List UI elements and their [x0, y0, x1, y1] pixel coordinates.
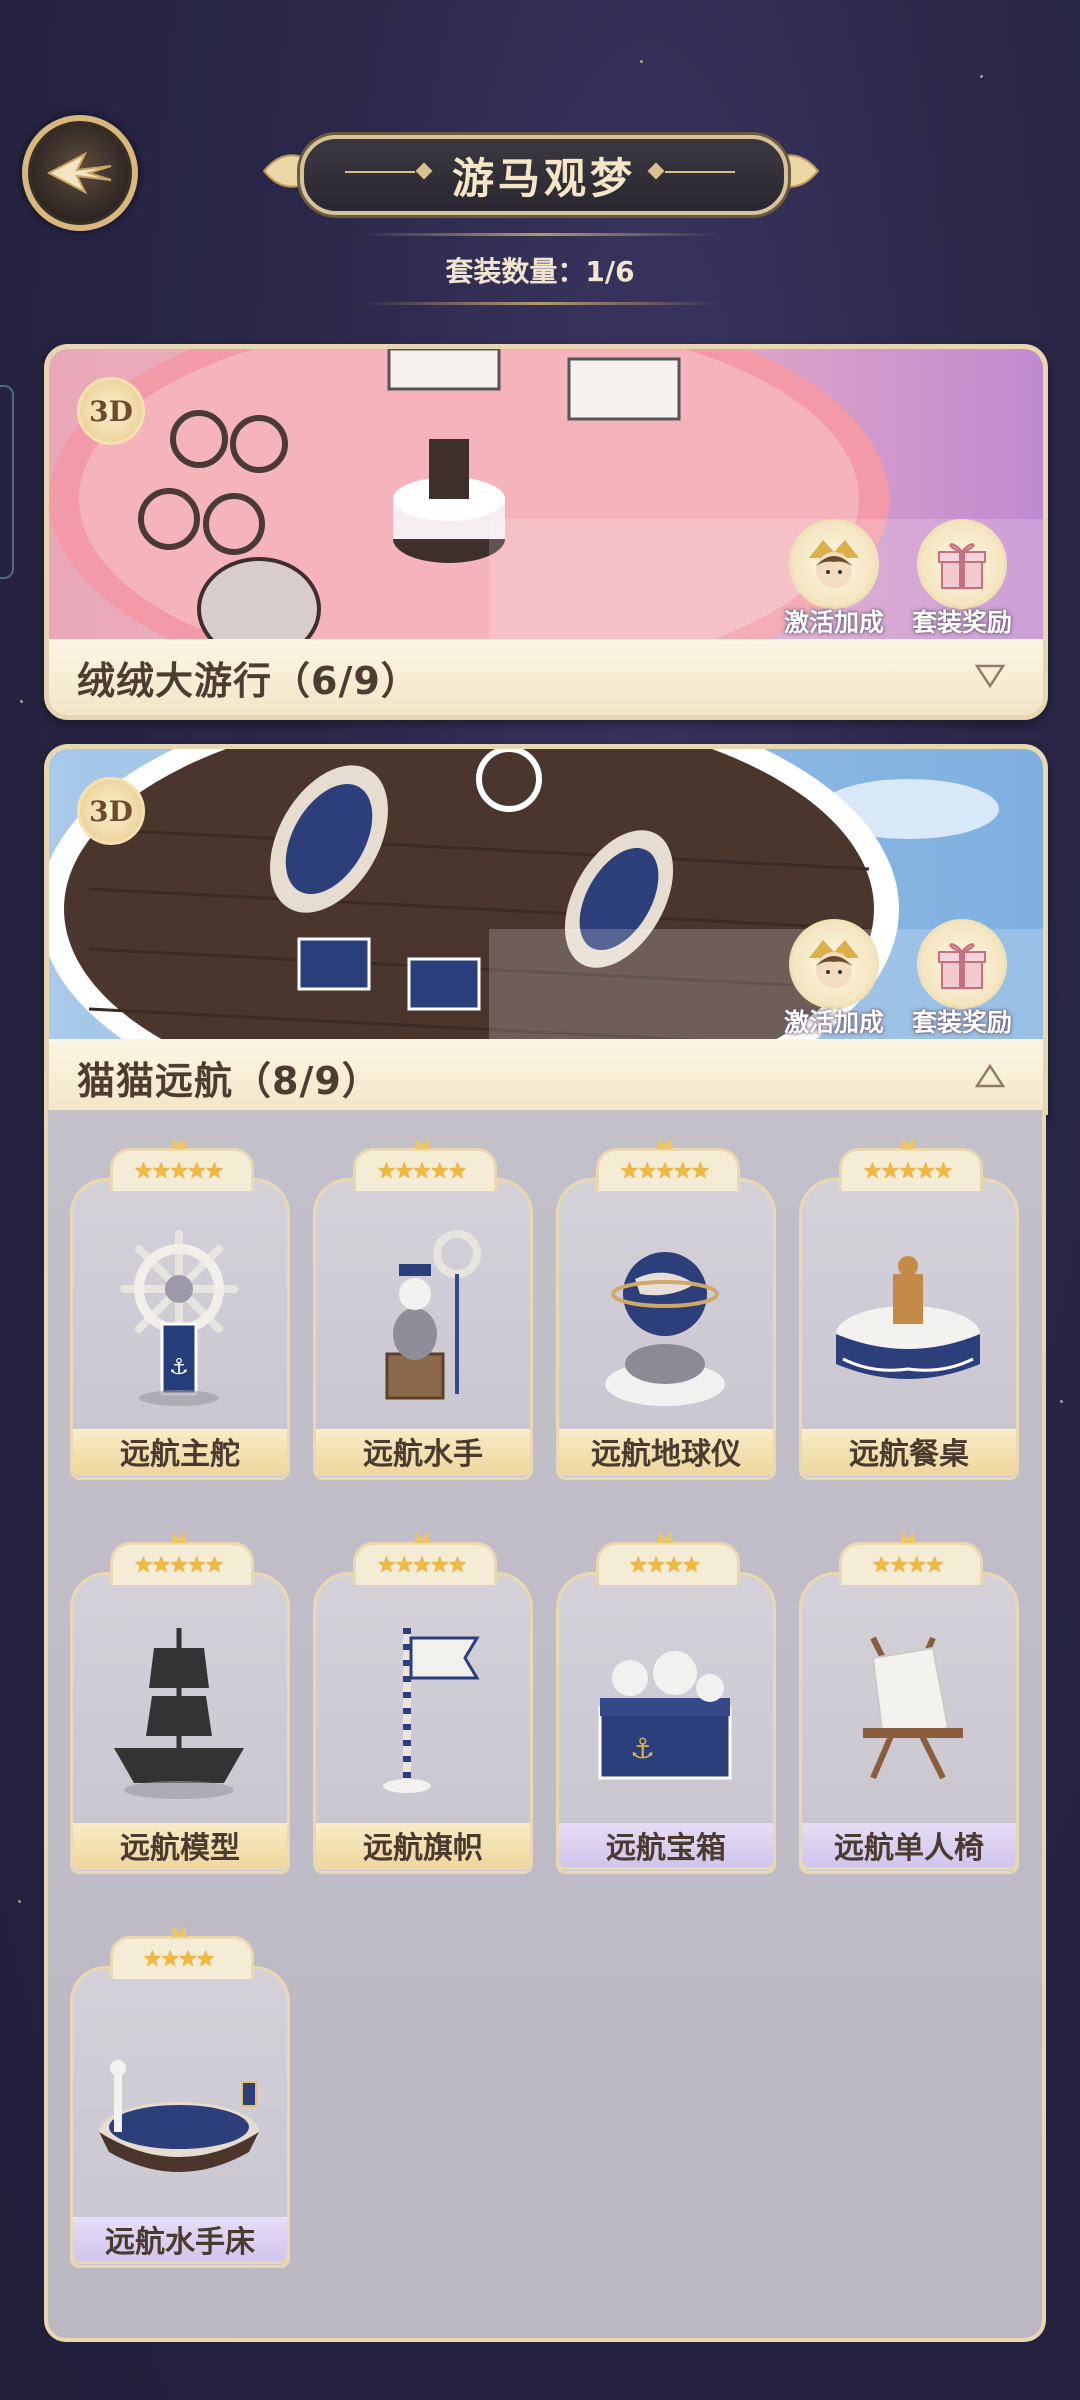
suit-reward-label: 套装奖励: [911, 1008, 1012, 1037]
activate-bonus-button[interactable]: 激活加成: [779, 519, 889, 639]
suit-reward-icon-wrap: [917, 919, 1007, 1009]
suit-name: 猫猫远航（8/9）: [77, 1058, 381, 1103]
rarity-stars: ★ ★ ★ ★ ★: [556, 1134, 774, 1192]
voyage-scene-icon: [49, 749, 1043, 1049]
rarity-stars: ★ ★ ★ ★ ★: [313, 1134, 531, 1192]
rarity-stars: ★ ★ ★ ★ ★: [313, 1528, 531, 1586]
suit-card-cat-voyage[interactable]: 3D 激活加成 套装奖励 猫猫远航（8/9）: [44, 744, 1048, 1115]
item-name: 远航地球仪: [556, 1429, 776, 1476]
star-icon: ★: [195, 1946, 216, 1972]
title-left-line: [345, 171, 415, 173]
divider: [360, 233, 720, 236]
star-icon: ★: [447, 1158, 468, 1184]
title-plate: 游马观梦: [300, 135, 788, 215]
item-name: 远航主舵: [70, 1429, 290, 1476]
item-name: 远航餐桌: [799, 1429, 1019, 1476]
rarity-stars: ★ ★ ★ ★ ★: [70, 1134, 288, 1192]
item-card[interactable]: ★ ★ ★ ★ 远航水手床: [70, 1922, 290, 2268]
star-icon: ★: [204, 1158, 225, 1184]
item-name: 远航旗帜: [313, 1823, 533, 1870]
activate-bonus-icon-wrap: [789, 519, 879, 609]
suit-reward-label: 套装奖励: [911, 608, 1012, 637]
item-card[interactable]: ★ ★ ★ ★ ★ 远航水手: [313, 1134, 533, 1480]
divider: [360, 302, 720, 305]
item-card[interactable]: ★ ★ ★ ★ ★ 远航旗帜: [313, 1528, 533, 1874]
3d-badge[interactable]: 3D: [77, 377, 145, 445]
title-right-line: [665, 171, 735, 173]
rarity-stars: ★ ★ ★ ★ ★: [70, 1528, 288, 1586]
side-tab[interactable]: [0, 385, 14, 579]
suit-reward-button[interactable]: 套装奖励: [907, 519, 1017, 639]
activate-bonus-label: 激活加成: [783, 1008, 884, 1037]
suit-banner-cat-voyage: [49, 749, 1043, 1049]
item-name: 远航单人椅: [799, 1823, 1019, 1870]
item-card[interactable]: ★ ★ ★ ★ ★ 远航模型: [70, 1528, 290, 1874]
star-icon: ★: [447, 1552, 468, 1578]
page-title: 游马观梦: [451, 153, 636, 203]
sailor-cats-icon: [385, 1230, 481, 1400]
rarity-stars: ★ ★ ★ ★: [799, 1528, 1017, 1586]
item-card[interactable]: ★ ★ ★ ★ 远航单人椅: [799, 1528, 1019, 1874]
character-head-icon: [809, 940, 859, 988]
item-card[interactable]: ★ ★ ★ ★ ★ ⚓ 远航主舵: [70, 1134, 290, 1480]
suit-reward-icon-wrap: [917, 519, 1007, 609]
expand-triangle-icon[interactable]: [975, 663, 1005, 689]
background-star: [980, 75, 983, 78]
gift-box-icon: [938, 943, 986, 989]
item-card[interactable]: ★ ★ ★ ★ ★ 远航地球仪: [556, 1134, 776, 1480]
dining-table-icon: [836, 1256, 980, 1379]
3d-badge[interactable]: 3D: [77, 777, 145, 845]
star-icon: ★: [204, 1552, 225, 1578]
parade-scene-icon: [49, 349, 1043, 649]
collapse-triangle-icon[interactable]: [975, 1063, 1005, 1089]
suit-card-footer[interactable]: 绒绒大游行（6/9）: [49, 639, 1043, 715]
item-card[interactable]: ★ ★ ★ ★ ★ 远航餐桌: [799, 1134, 1019, 1480]
rarity-stars: ★ ★ ★ ★: [70, 1922, 288, 1980]
back-arrow-icon: [46, 151, 112, 195]
flag-icon: [383, 1628, 480, 1793]
background-star: [1060, 1400, 1063, 1403]
suit-card-footer[interactable]: 猫猫远航（8/9）: [49, 1039, 1043, 1115]
rarity-stars: ★ ★ ★ ★: [556, 1528, 774, 1586]
suit-name: 绒绒大游行（6/9）: [77, 658, 420, 703]
item-name: 远航宝箱: [556, 1823, 776, 1870]
background-star: [640, 60, 643, 63]
star-icon: ★: [933, 1158, 954, 1184]
character-head-icon: [809, 540, 859, 588]
item-name: 远航水手: [313, 1429, 533, 1476]
treasure-chest-icon: ⚓: [598, 1651, 732, 1780]
suit-banner-parade: [49, 349, 1043, 649]
star-icon: ★: [681, 1552, 702, 1578]
deck-chair-icon: [863, 1636, 963, 1780]
svg-text:⚓: ⚓: [169, 1355, 189, 1380]
suit-count: 套装数量：1/6: [445, 255, 635, 288]
star-icon: ★: [924, 1552, 945, 1578]
suit-card-parade[interactable]: 3D 激活加成 套装奖励 绒绒大游行（6/9）: [44, 344, 1048, 720]
ship-model-icon: [114, 1628, 244, 1799]
rarity-stars: ★ ★ ★ ★ ★: [799, 1134, 1017, 1192]
svg-text:⚓: ⚓: [630, 1732, 655, 1765]
activate-bonus-icon-wrap: [789, 919, 879, 1009]
back-button[interactable]: [22, 115, 138, 231]
item-name: 远航水手床: [70, 2217, 290, 2264]
globe-icon: [605, 1252, 725, 1406]
ship-wheel-icon: ⚓: [120, 1230, 238, 1406]
background-star: [20, 700, 23, 703]
suit-reward-button[interactable]: 套装奖励: [907, 919, 1017, 1039]
item-name: 远航模型: [70, 1823, 290, 1870]
gift-box-icon: [938, 543, 986, 589]
star-icon: ★: [690, 1158, 711, 1184]
activate-bonus-button[interactable]: 激活加成: [779, 919, 889, 1039]
activate-bonus-label: 激活加成: [783, 608, 884, 637]
boat-bed-icon: [99, 2060, 259, 2172]
suit-items-panel: ★ ★ ★ ★ ★ ⚓ 远航主舵 ★ ★ ★ ★ ★ 远航水手 ★ ★ ★ ★ …: [44, 1110, 1046, 2342]
background-star: [18, 1900, 21, 1903]
item-card[interactable]: ★ ★ ★ ★ ⚓ 远航宝箱: [556, 1528, 776, 1874]
